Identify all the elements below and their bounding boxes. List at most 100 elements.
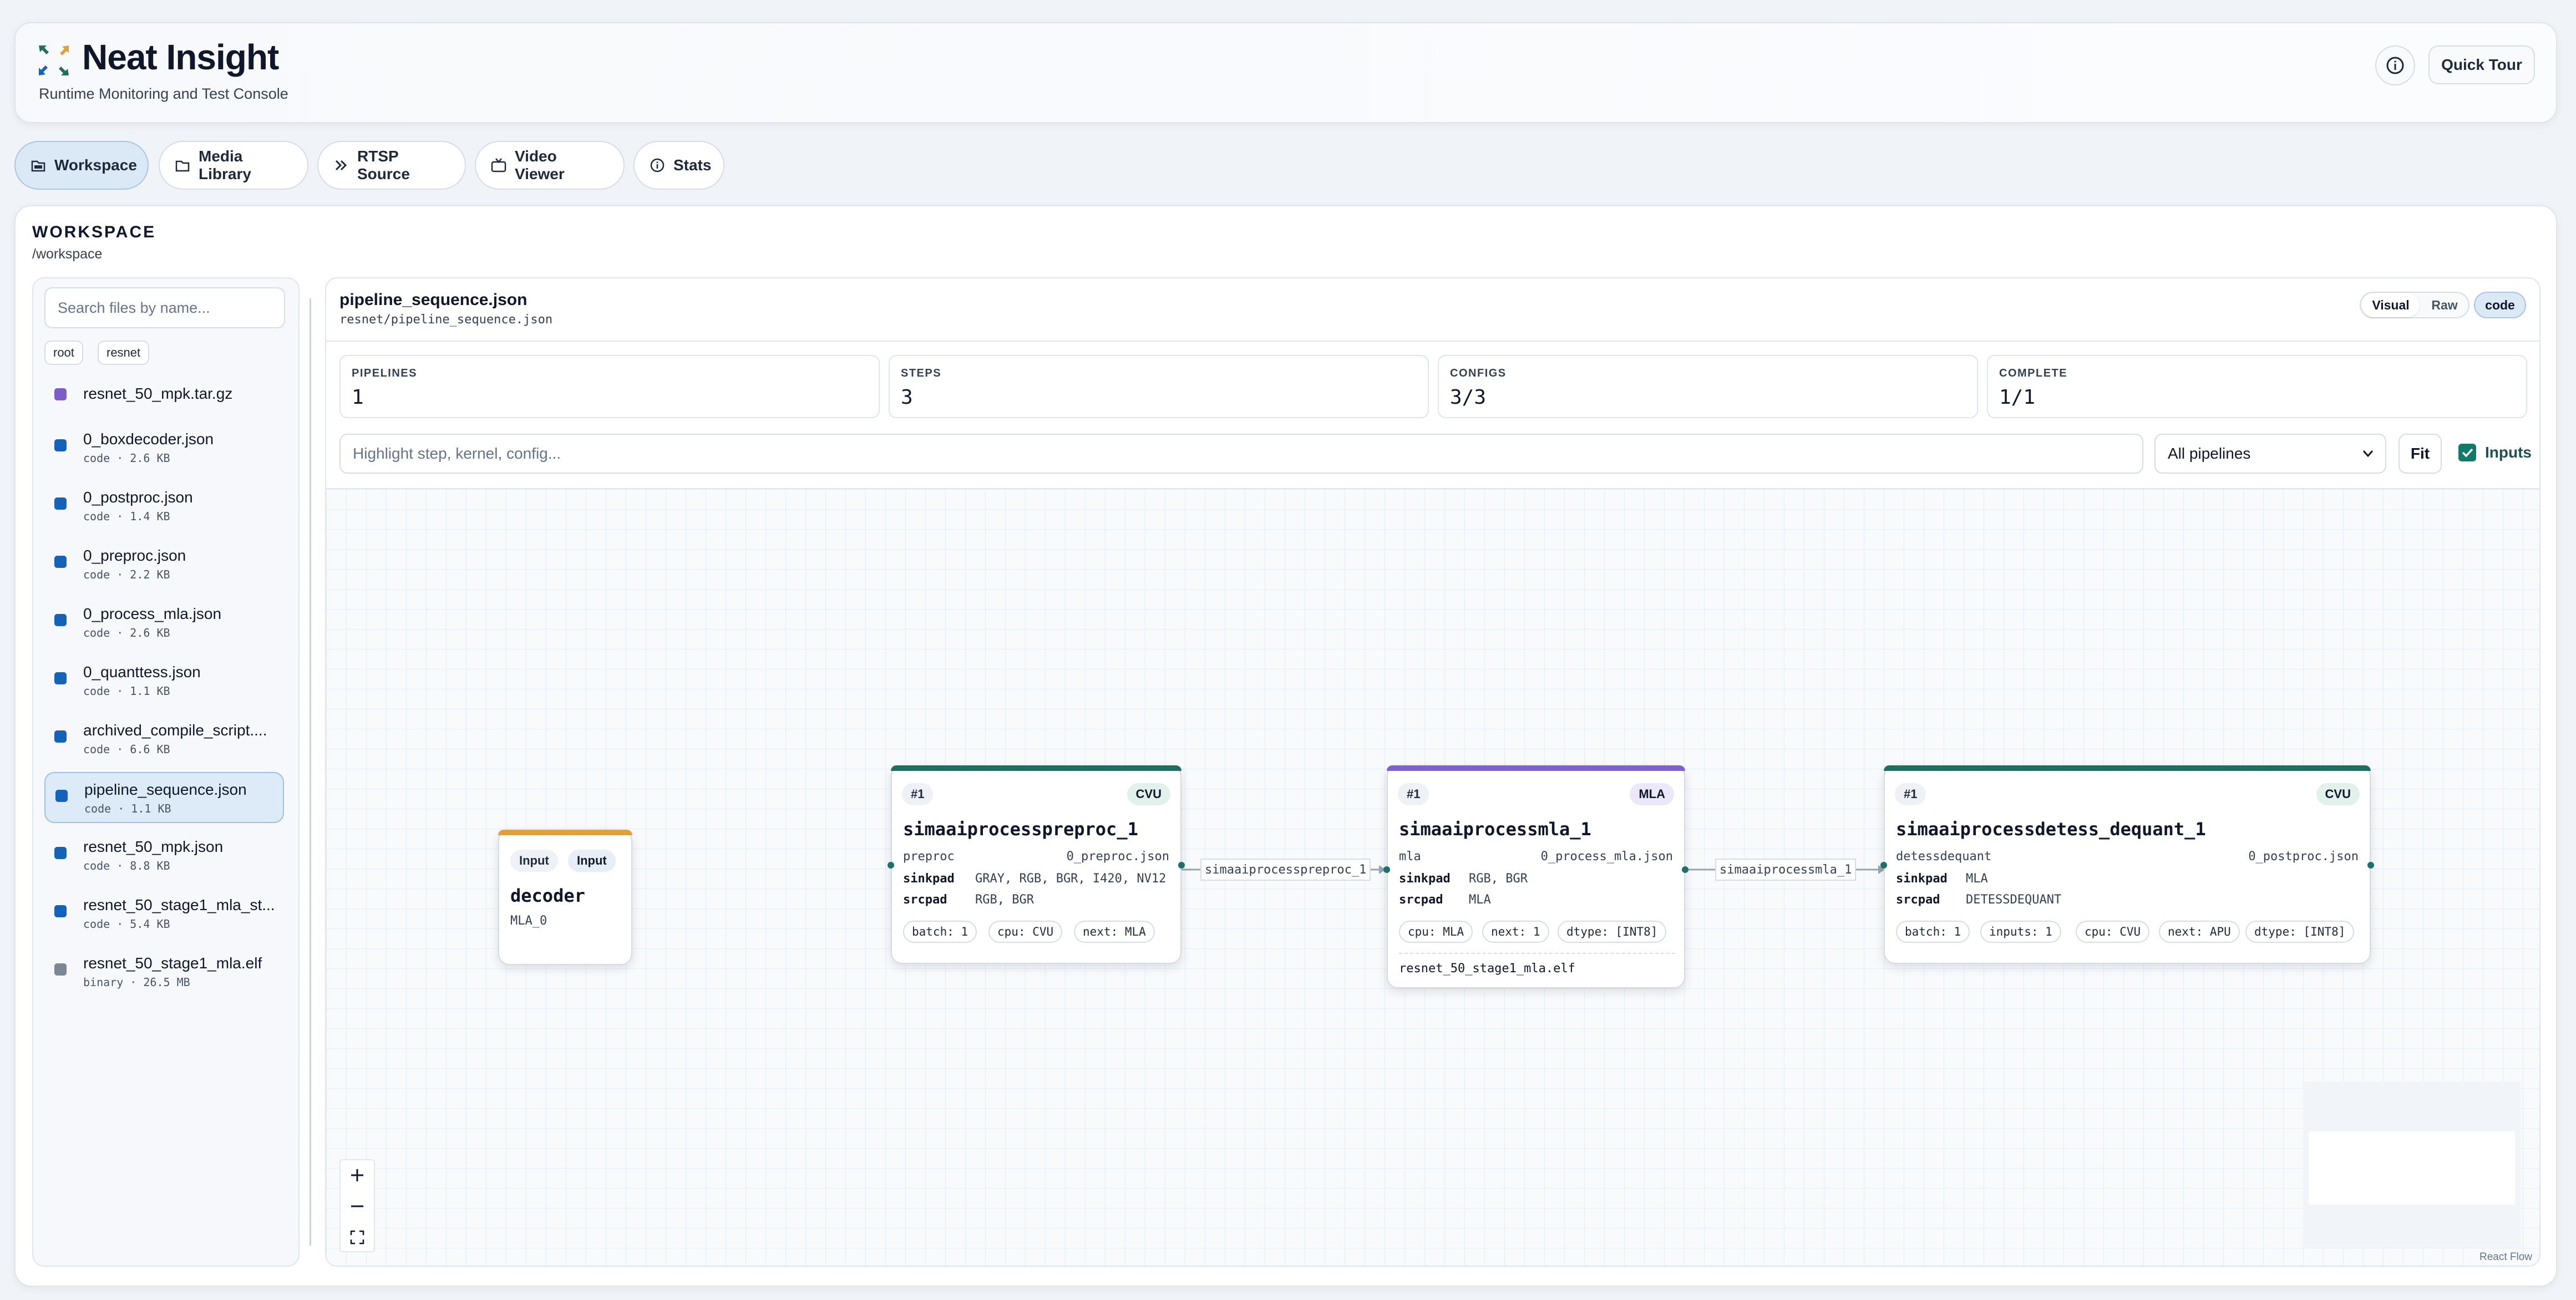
pipeline-select-value: All pipelines bbox=[2168, 445, 2251, 462]
node-tag: cpu: CVU bbox=[2076, 921, 2150, 943]
file-list-item[interactable]: resnet_50_stage1_mla.elf binary · 26.5 MB bbox=[44, 947, 284, 998]
tab-media-library[interactable]: Media Library bbox=[159, 141, 308, 190]
file-list-item[interactable]: 0_process_mla.json code · 2.6 KB bbox=[44, 597, 284, 648]
node-target-handle[interactable] bbox=[1880, 862, 1887, 869]
check-icon bbox=[2462, 448, 2473, 458]
fullscreen-icon bbox=[350, 1230, 364, 1245]
app-subtitle: Runtime Monitoring and Test Console bbox=[39, 85, 288, 102]
node-tag: batch: 1 bbox=[1896, 921, 1970, 943]
node-kind-pill: MLA bbox=[1630, 783, 1674, 805]
zoom-in-button[interactable] bbox=[341, 1160, 374, 1190]
node-source-handle[interactable] bbox=[2367, 862, 2374, 869]
file-list-item[interactable]: archived_compile_script.... code · 6.6 KB bbox=[44, 714, 284, 765]
info-button[interactable] bbox=[2375, 45, 2415, 85]
inputs-label[interactable]: Inputs bbox=[2485, 444, 2532, 461]
stat-value: 3/3 bbox=[1450, 386, 1487, 409]
stat-complete: COMPLETE 1/1 bbox=[1987, 355, 2527, 418]
fit-view-button[interactable] bbox=[341, 1222, 374, 1252]
tab-rtsp-source[interactable]: RTSP Source bbox=[317, 141, 466, 190]
react-flow-attribution[interactable]: React Flow bbox=[2479, 1251, 2532, 1263]
stat-value: 3 bbox=[901, 386, 913, 409]
node-tag: cpu: CVU bbox=[988, 921, 1063, 943]
file-list-item[interactable]: pipeline_sequence.json code · 1.1 KB bbox=[44, 772, 284, 823]
node-tag: dtype: [INT8] bbox=[1558, 921, 1667, 943]
file-list-item[interactable]: resnet_50_mpk.jsoncode · 8.8 KB bbox=[44, 830, 284, 881]
breadcrumb-root[interactable]: root bbox=[44, 341, 83, 365]
node-title: simaaiprocessmla_1 bbox=[1399, 819, 1591, 840]
tab-workspace[interactable]: Workspace bbox=[14, 141, 149, 190]
file-type-icon bbox=[55, 790, 68, 802]
file-name: 0_postproc.json bbox=[83, 489, 193, 506]
pipeline-node-mla[interactable]: #1 MLA simaaiprocessmla_1 mla 0_process_… bbox=[1387, 765, 1685, 988]
node-accent-bar bbox=[1387, 765, 1685, 771]
file-name: archived_compile_script.... bbox=[83, 722, 267, 739]
stat-value: 1 bbox=[352, 386, 364, 409]
file-meta: code · 2.2 KB bbox=[83, 568, 170, 581]
pipeline-select[interactable]: All pipelines bbox=[2154, 434, 2386, 474]
workspace-title: WORKSPACE bbox=[32, 223, 156, 241]
app-header bbox=[14, 22, 2557, 123]
minimap-viewport[interactable] bbox=[2309, 1131, 2515, 1205]
input-node-decoder[interactable]: Input Input decoder MLA_0 bbox=[498, 830, 632, 965]
node-title: simaaiprocesspreproc_1 bbox=[903, 819, 1138, 840]
node-index-pill: #1 bbox=[1895, 783, 1926, 805]
node-name: mla bbox=[1399, 850, 1421, 864]
stat-pipelines: PIPELINES 1 bbox=[339, 355, 880, 418]
node-source-handle[interactable] bbox=[1682, 866, 1688, 873]
file-meta: code · 2.6 KB bbox=[83, 451, 170, 465]
file-type-icon bbox=[54, 672, 67, 684]
tab-stats[interactable]: Stats bbox=[633, 141, 724, 190]
view-visual-button[interactable]: Visual bbox=[2362, 293, 2420, 317]
file-type-icon bbox=[54, 730, 67, 743]
file-list-item[interactable]: 0_postproc.jsoncode · 1.4 KB bbox=[44, 481, 284, 532]
stat-value: 1/1 bbox=[1999, 386, 2036, 409]
input-pill: Input bbox=[510, 850, 558, 872]
chevron-down-icon bbox=[2362, 450, 2374, 458]
highlight-search-input[interactable]: Highlight step, kernel, config... bbox=[339, 434, 2143, 474]
pipeline-canvas[interactable]: Input Input decoder MLA_0 #1 CVU simaaip… bbox=[326, 488, 2539, 1266]
file-type-icon bbox=[54, 905, 67, 917]
file-name: resnet_50_mpk.tar.gz bbox=[83, 385, 233, 402]
breadcrumb-resnet[interactable]: resnet bbox=[98, 341, 150, 365]
file-search-input[interactable]: Search files by name... bbox=[44, 287, 285, 328]
file-type-icon bbox=[54, 497, 67, 510]
sidebar-resize-handle[interactable] bbox=[310, 298, 311, 1246]
pipeline-node-detess-dequant[interactable]: #1 CVU simaaiprocessdetess_dequant_1 det… bbox=[1884, 765, 2371, 964]
file-meta: code · 1.4 KB bbox=[83, 510, 170, 523]
workspace-path: /workspace bbox=[32, 246, 103, 262]
inputs-checkbox[interactable] bbox=[2458, 444, 2476, 461]
file-name: 0_boxdecoder.json bbox=[83, 430, 214, 448]
edge-label: simaaiprocesspreproc_1 bbox=[1200, 859, 1371, 881]
node-target-handle[interactable] bbox=[888, 862, 894, 869]
node-config-file: 0_postproc.json bbox=[2248, 850, 2359, 864]
file-list-item[interactable]: 0_preproc.json code · 2.2 KB bbox=[44, 539, 284, 590]
tab-video-viewer[interactable]: Video Viewer bbox=[475, 141, 625, 190]
file-type-icon bbox=[54, 614, 67, 626]
file-meta: code · 8.8 KB bbox=[83, 859, 170, 872]
file-type-icon bbox=[54, 388, 67, 400]
file-list-item[interactable]: 0_quanttess.json code · 1.1 KB bbox=[44, 656, 284, 707]
node-tag: next: MLA bbox=[1074, 921, 1155, 943]
file-name: resnet_50_mpk.json bbox=[83, 838, 224, 855]
sinkpad-label: sinkpad bbox=[903, 872, 955, 886]
node-index-pill: #1 bbox=[1398, 783, 1429, 805]
fit-button[interactable]: Fit bbox=[2398, 434, 2442, 474]
node-tag: next: 1 bbox=[1482, 921, 1549, 943]
node-title: decoder bbox=[510, 885, 585, 906]
view-raw-button[interactable]: Raw bbox=[2421, 293, 2468, 317]
node-tag: next: APU bbox=[2159, 921, 2240, 943]
file-list-item[interactable]: resnet_50_mpk.tar.gz bbox=[44, 375, 284, 426]
minimap[interactable] bbox=[2303, 1081, 2521, 1248]
file-list-item[interactable]: 0_boxdecoder.jsoncode · 2.6 KB bbox=[44, 423, 284, 474]
srcpad-label: srcpad bbox=[1399, 893, 1443, 907]
pipeline-node-preproc[interactable]: #1 CVU simaaiprocesspreproc_1 preproc 0_… bbox=[891, 765, 1181, 964]
quick-tour-button[interactable]: Quick Tour bbox=[2428, 45, 2535, 84]
file-list-item[interactable]: resnet_50_stage1_mla_st... code · 5.4 KB bbox=[44, 888, 284, 940]
node-accent-bar bbox=[498, 830, 632, 835]
node-target-handle[interactable] bbox=[1383, 866, 1390, 873]
node-source-handle[interactable] bbox=[1178, 862, 1185, 869]
node-accent-bar bbox=[1884, 765, 2371, 771]
file-type-icon bbox=[54, 847, 67, 859]
node-index-pill: #1 bbox=[902, 783, 934, 805]
zoom-out-button[interactable] bbox=[341, 1191, 374, 1221]
